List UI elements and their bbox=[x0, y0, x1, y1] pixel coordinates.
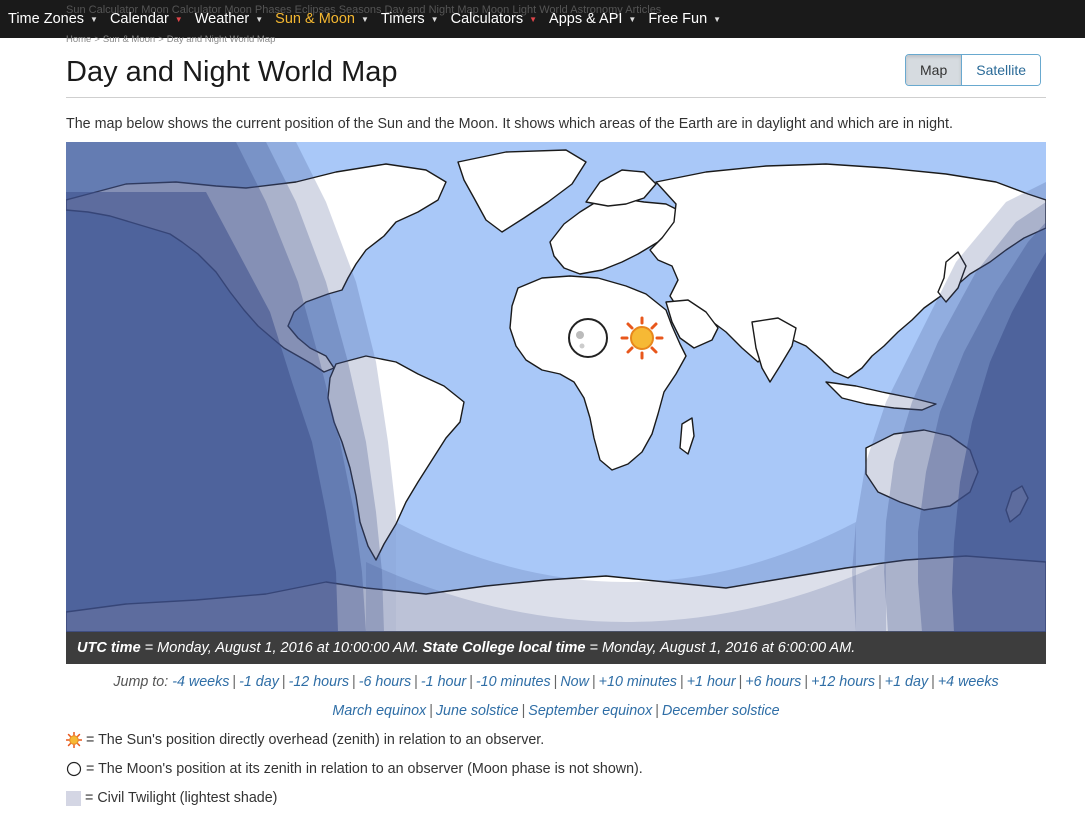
intro-text: The map below shows the current position… bbox=[66, 116, 953, 132]
nav-label: Calculators bbox=[450, 11, 524, 27]
jump-plus-4-weeks[interactable]: +4 weeks bbox=[938, 674, 999, 690]
time-info-bar: UTC time = Monday, August 1, 2016 at 10:… bbox=[66, 632, 1046, 664]
breadcrumb-separator: > bbox=[158, 34, 164, 45]
nav-apps-api[interactable]: Apps & API ▼ bbox=[541, 11, 640, 27]
dropdown-caret-icon: ▼ bbox=[628, 14, 637, 24]
nav-label: Time Zones bbox=[8, 11, 85, 27]
dropdown-caret-icon: ▼ bbox=[174, 14, 183, 24]
jump-september-equinox[interactable]: September equinox bbox=[528, 703, 652, 719]
nav-timers[interactable]: Timers ▼ bbox=[373, 11, 443, 27]
nav-time-zones[interactable]: Time Zones ▼ bbox=[0, 11, 102, 27]
event-links: March equinox | June solstice | September eq… bbox=[332, 703, 780, 719]
nav-label: Calendar bbox=[109, 11, 169, 27]
breadcrumb-separator: > bbox=[94, 34, 100, 45]
jump-now[interactable]: Now bbox=[560, 674, 589, 690]
jump-plus-1-hour[interactable]: +1 hour bbox=[687, 674, 736, 690]
jump-minus-4-weeks[interactable]: -4 weeks bbox=[172, 674, 229, 690]
breadcrumb: Home > Sun & Moon > Day and Night World Map bbox=[66, 34, 275, 45]
nav-sun-moon[interactable]: Sun & Moon ▼ bbox=[267, 11, 373, 27]
title-divider bbox=[66, 97, 1046, 98]
jump-december-solstice[interactable]: December solstice bbox=[662, 703, 780, 719]
dropdown-caret-icon: ▼ bbox=[713, 14, 722, 24]
legend-civil-twilight-text: = Civil Twilight (lightest shade) bbox=[85, 790, 278, 806]
local-time-label: State College local time bbox=[422, 640, 586, 656]
local-time-value: = Monday, August 1, 2016 at 6:00:00 AM. bbox=[585, 640, 856, 656]
jump-plus-12-hours[interactable]: +12 hours bbox=[811, 674, 875, 690]
nav-calculators[interactable]: Calculators ▼ bbox=[443, 11, 541, 27]
nav-free-fun[interactable]: Free Fun ▼ bbox=[640, 11, 725, 27]
breadcrumb-current: Day and Night World Map bbox=[166, 34, 276, 45]
jump-june-solstice[interactable]: June solstice bbox=[436, 703, 519, 719]
nav-label: Apps & API bbox=[549, 11, 623, 27]
page-title: Day and Night World Map bbox=[66, 56, 398, 88]
dropdown-caret-icon: ▼ bbox=[360, 14, 369, 24]
nav-calendar[interactable]: Calendar ▼ bbox=[102, 11, 187, 27]
jump-minus-10-minutes[interactable]: -10 minutes bbox=[476, 674, 551, 690]
legend-sun-text: = The Sun's position directly overhead (… bbox=[86, 732, 545, 748]
nav-label: Sun & Moon bbox=[275, 11, 355, 27]
jump-minus-1-day[interactable]: -1 day bbox=[239, 674, 279, 690]
nav-label: Timers bbox=[380, 11, 425, 27]
jump-plus-6-hours[interactable]: +6 hours bbox=[745, 674, 801, 690]
jump-to-label: Jump to: bbox=[113, 674, 169, 690]
sun-icon bbox=[66, 732, 82, 748]
jump-march-equinox[interactable]: March equinox bbox=[332, 703, 426, 719]
sun-icon bbox=[620, 316, 664, 360]
jump-minus-12-hours[interactable]: -12 hours bbox=[289, 674, 349, 690]
jump-plus-10-minutes[interactable]: +10 minutes bbox=[599, 674, 677, 690]
top-navigation: Sun Calculator Moon Calculator Moon Phas… bbox=[0, 0, 1085, 38]
legend-moon: = The Moon's position at its zenith in r… bbox=[66, 761, 643, 777]
jump-plus-1-day[interactable]: +1 day bbox=[885, 674, 928, 690]
civil-twilight-swatch bbox=[66, 790, 81, 806]
dropdown-caret-icon: ▼ bbox=[529, 14, 538, 24]
jump-minus-6-hours[interactable]: -6 hours bbox=[359, 674, 411, 690]
jump-minus-1-hour[interactable]: -1 hour bbox=[421, 674, 466, 690]
legend-sun: = The Sun's position directly overhead (… bbox=[66, 732, 544, 748]
moon-icon bbox=[568, 318, 608, 358]
dropdown-caret-icon: ▼ bbox=[430, 14, 439, 24]
nav-label: Weather bbox=[194, 11, 250, 27]
world-map-graphic bbox=[66, 142, 1046, 632]
main-menu: Time Zones ▼ Calendar ▼ Weather ▼ Sun & Moo… bbox=[0, 0, 725, 38]
legend-moon-text: = The Moon's position at its zenith in r… bbox=[86, 761, 643, 777]
dropdown-caret-icon: ▼ bbox=[90, 14, 98, 24]
satellite-view-button[interactable]: Satellite bbox=[962, 55, 1041, 85]
day-night-map[interactable] bbox=[66, 142, 1046, 632]
utc-time-value: = Monday, August 1, 2016 at 10:00:00 AM. bbox=[140, 640, 423, 656]
nav-weather[interactable]: Weather ▼ bbox=[187, 11, 267, 27]
map-view-button[interactable]: Map bbox=[906, 55, 963, 85]
breadcrumb-sun-moon[interactable]: Sun & Moon bbox=[103, 34, 155, 45]
utc-time-label: UTC time bbox=[77, 640, 141, 656]
moon-icon bbox=[66, 761, 82, 777]
jump-to-links: Jump to: -4 weeks | -1 day | -12 hours | -6 ho… bbox=[113, 674, 999, 690]
map-view-toggle: Map Satellite bbox=[905, 54, 1042, 86]
nav-label: Free Fun bbox=[648, 11, 708, 27]
legend-civil-twilight: = Civil Twilight (lightest shade) bbox=[66, 790, 277, 806]
dropdown-caret-icon: ▼ bbox=[255, 14, 264, 24]
breadcrumb-home[interactable]: Home bbox=[66, 34, 91, 45]
